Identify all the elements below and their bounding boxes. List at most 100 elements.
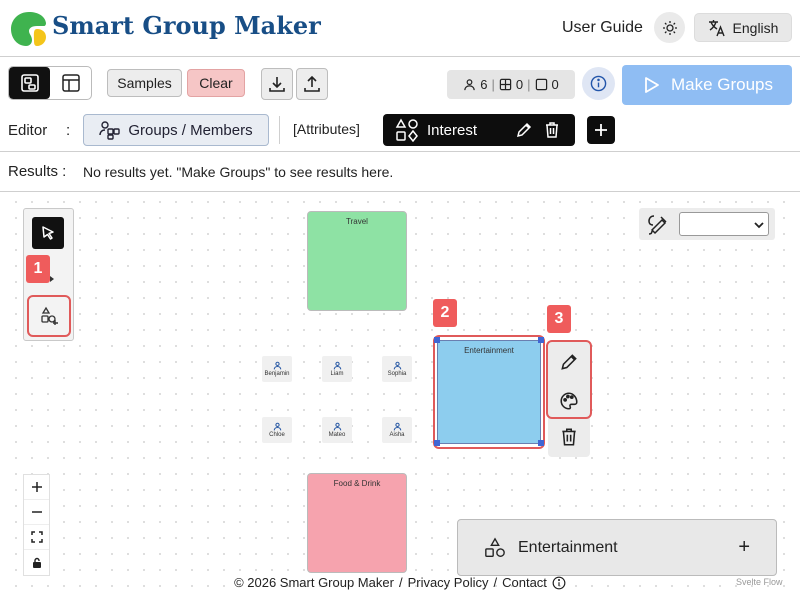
privacy-policy-link[interactable]: Privacy Policy bbox=[408, 575, 489, 590]
member-name: Aisha bbox=[389, 432, 405, 438]
canvas-view-button[interactable] bbox=[9, 67, 50, 99]
member-node-benjamin[interactable]: Benjamin bbox=[262, 356, 292, 382]
callout-badge-3: 3 bbox=[547, 305, 571, 333]
svelte-flow-attribution[interactable]: Svelte Flow bbox=[736, 577, 783, 587]
grid-icon bbox=[499, 78, 512, 91]
attribute-interest-tab[interactable]: Interest bbox=[383, 114, 575, 146]
group-node-travel[interactable]: Travel bbox=[307, 211, 407, 311]
footer-separator: / bbox=[398, 575, 403, 590]
zoom-controls bbox=[23, 474, 50, 576]
make-groups-label: Make Groups bbox=[670, 75, 774, 94]
member-name: Sophia bbox=[387, 371, 407, 377]
minus-icon bbox=[31, 511, 42, 513]
member-name: Chloe bbox=[269, 432, 285, 438]
person-icon bbox=[464, 79, 475, 91]
square-icon bbox=[535, 78, 547, 91]
add-shape-icon bbox=[41, 306, 58, 325]
person-icon bbox=[273, 422, 281, 431]
language-button[interactable]: English bbox=[694, 13, 792, 42]
zoom-in-button[interactable] bbox=[24, 475, 49, 500]
app-title: Smart Group Maker bbox=[52, 11, 321, 40]
member-node-sophia[interactable]: Sophia bbox=[382, 356, 412, 382]
upload-button[interactable] bbox=[296, 68, 328, 100]
canvas-view-icon bbox=[20, 74, 39, 92]
table-view-button[interactable] bbox=[50, 67, 91, 99]
header-divider bbox=[0, 56, 800, 57]
fit-view-button[interactable] bbox=[24, 525, 49, 550]
shapes-icon bbox=[395, 118, 418, 142]
make-groups-button[interactable]: Make Groups bbox=[622, 65, 792, 105]
plus-icon bbox=[31, 482, 42, 492]
callout-badge-2: 2 bbox=[433, 299, 457, 327]
editor-divider bbox=[279, 116, 280, 144]
results-message: No results yet. "Make Groups" to see res… bbox=[83, 164, 394, 180]
resize-handle[interactable] bbox=[434, 337, 440, 343]
edit-group-button[interactable] bbox=[559, 352, 579, 372]
color-group-button[interactable] bbox=[559, 391, 579, 411]
trash-icon[interactable] bbox=[543, 121, 561, 139]
member-node-chloe[interactable]: Chloe bbox=[262, 417, 292, 443]
plus-icon bbox=[595, 124, 607, 136]
brush-icon bbox=[648, 215, 667, 235]
copyright: © 2026 Smart Group Maker bbox=[234, 575, 394, 590]
groups-members-button[interactable]: Groups / Members bbox=[83, 114, 269, 146]
upload-icon bbox=[304, 75, 320, 92]
style-select[interactable] bbox=[679, 212, 769, 236]
callout-badge-1: 1 bbox=[26, 255, 50, 283]
member-name: Mateo bbox=[328, 432, 346, 438]
language-label: English bbox=[732, 19, 779, 36]
group-detail-panel: Entertainment + bbox=[457, 519, 777, 576]
download-icon bbox=[269, 77, 285, 92]
info-button[interactable] bbox=[582, 67, 615, 100]
member-node-liam[interactable]: Liam bbox=[322, 356, 352, 382]
lock-icon bbox=[32, 557, 41, 568]
zoom-out-button[interactable] bbox=[24, 500, 49, 525]
group-name: Travel bbox=[346, 217, 368, 226]
contact-link[interactable]: Contact bbox=[502, 575, 547, 590]
pencil-icon[interactable] bbox=[515, 121, 533, 139]
group-node-entertainment[interactable]: Entertainment bbox=[437, 340, 541, 444]
group-node-food-drink[interactable]: Food & Drink bbox=[307, 473, 407, 573]
resize-handle[interactable] bbox=[538, 440, 544, 446]
group-name: Food & Drink bbox=[333, 479, 381, 488]
info-icon bbox=[590, 75, 607, 92]
attributes-label: [Attributes] bbox=[293, 121, 360, 137]
shapes-icon bbox=[485, 536, 505, 557]
lock-button[interactable] bbox=[24, 550, 49, 575]
member-node-mateo[interactable]: Mateo bbox=[322, 417, 352, 443]
pencil-icon bbox=[561, 354, 577, 370]
groups-members-label: Groups / Members bbox=[128, 121, 253, 139]
interest-label: Interest bbox=[427, 121, 478, 139]
select-tool-button[interactable] bbox=[32, 217, 64, 249]
person-icon bbox=[333, 361, 341, 370]
member-name: Liam bbox=[330, 371, 344, 377]
download-button[interactable] bbox=[261, 68, 293, 100]
person-icon bbox=[333, 422, 341, 431]
resize-handle[interactable] bbox=[538, 337, 544, 343]
theme-toggle-button[interactable] bbox=[654, 12, 685, 43]
add-group-tool-button[interactable] bbox=[27, 295, 71, 337]
delete-group-button[interactable] bbox=[559, 427, 579, 447]
samples-button[interactable]: Samples bbox=[107, 69, 182, 97]
member-name: Benjamin bbox=[264, 371, 290, 377]
view-switcher bbox=[8, 66, 92, 100]
group-name: Entertainment bbox=[464, 346, 514, 355]
add-attribute-button[interactable] bbox=[587, 116, 615, 144]
cursor-icon bbox=[42, 226, 54, 240]
palette-icon bbox=[560, 392, 578, 410]
member-node-aisha[interactable]: Aisha bbox=[382, 417, 412, 443]
table-view-icon bbox=[61, 74, 80, 92]
brush-button[interactable] bbox=[646, 213, 670, 237]
groups-members-icon bbox=[99, 121, 121, 140]
add-member-button[interactable]: + bbox=[738, 536, 750, 559]
editor-label: Editor bbox=[8, 122, 48, 139]
results-divider bbox=[0, 191, 800, 192]
empty-count: 0 bbox=[551, 77, 559, 92]
counts-badge: 6 | 0 | 0 bbox=[447, 70, 575, 99]
chevron-down-icon bbox=[754, 222, 764, 229]
user-guide-link[interactable]: User Guide bbox=[562, 19, 643, 37]
clear-button[interactable]: Clear bbox=[187, 69, 245, 97]
resize-handle[interactable] bbox=[434, 440, 440, 446]
results-label: Results : bbox=[8, 163, 67, 180]
person-icon bbox=[273, 361, 281, 370]
